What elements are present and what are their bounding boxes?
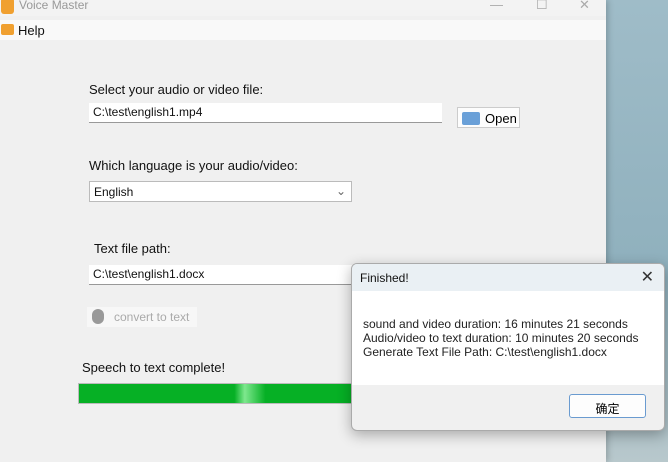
microphone-icon xyxy=(92,309,104,324)
language-select[interactable]: English ⌄ xyxy=(89,181,352,202)
menu-help[interactable]: Help xyxy=(18,23,45,38)
close-button[interactable]: ✕ xyxy=(579,0,590,13)
open-label: Open xyxy=(485,111,517,126)
output-path-line: Generate Text File Path: C:\test\english… xyxy=(363,345,607,359)
window-title: Voice Master xyxy=(19,0,89,12)
app-icon xyxy=(1,0,14,14)
dialog-title-bar: Finished! ✕ xyxy=(352,264,664,291)
chevron-down-icon: ⌄ xyxy=(335,184,346,198)
ok-button[interactable]: 确定 xyxy=(569,394,646,418)
dialog-title: Finished! xyxy=(360,271,409,285)
open-button[interactable]: Open xyxy=(457,107,520,128)
title-bar: Voice Master — ☐ ✕ xyxy=(0,0,606,16)
help-icon xyxy=(1,24,14,35)
finished-dialog: Finished! ✕ sound and video duration: 16 … xyxy=(351,263,665,431)
duration-line: sound and video duration: 16 minutes 21 … xyxy=(363,317,628,331)
convert-label: convert to text xyxy=(114,310,190,324)
file-label: Select your audio or video file: xyxy=(89,82,264,97)
folder-icon xyxy=(462,112,480,125)
dialog-close-button[interactable]: ✕ xyxy=(641,267,654,287)
language-label: Which language is your audio/video: xyxy=(89,158,298,173)
minimize-button[interactable]: — xyxy=(490,0,503,12)
dialog-body: sound and video duration: 16 minutes 21 … xyxy=(352,291,664,385)
file-input[interactable]: C:\test\english1.mp4 xyxy=(89,103,442,123)
maximize-button[interactable]: ☐ xyxy=(536,0,548,13)
text-path-input[interactable]: C:\test\english1.docx xyxy=(89,265,359,285)
status-text: Speech to text complete! xyxy=(82,360,226,375)
conversion-duration-line: Audio/video to text duration: 10 minutes… xyxy=(363,331,639,345)
convert-button[interactable]: convert to text xyxy=(87,307,197,327)
menu-bar: Help xyxy=(0,20,606,40)
language-value: English xyxy=(94,185,134,199)
text-path-label: Text file path: xyxy=(94,241,171,256)
